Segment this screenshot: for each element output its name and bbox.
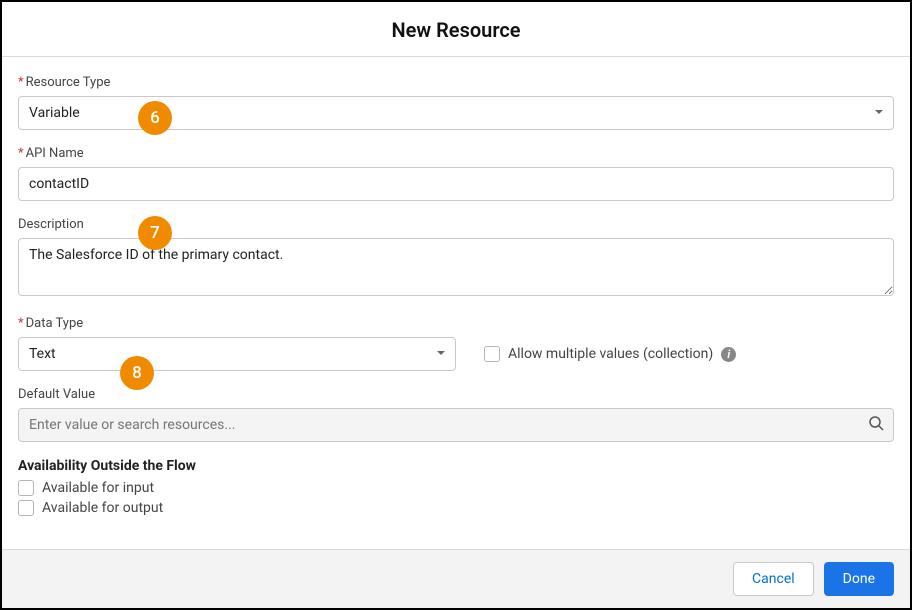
field-api-name: API Name (18, 146, 894, 201)
allow-multiple-row: Allow multiple values (collection) i (484, 346, 736, 362)
api-name-input[interactable] (18, 167, 894, 201)
available-for-input-label: Available for input (42, 480, 154, 496)
allow-multiple-label: Allow multiple values (collection) (508, 346, 713, 362)
allow-multiple-checkbox[interactable] (484, 346, 500, 362)
data-type-select[interactable]: Text (18, 337, 456, 371)
available-for-input-row: Available for input (18, 480, 894, 496)
modal-title: New Resource (2, 18, 910, 42)
available-for-output-label: Available for output (42, 500, 163, 516)
callout-7: 7 (138, 216, 172, 250)
availability-title: Availability Outside the Flow (18, 458, 894, 474)
api-name-label: API Name (18, 146, 894, 161)
modal-body: Resource Type Variable API Name Descript… (2, 57, 910, 532)
data-type-value: Text (18, 337, 456, 371)
callout-8: 8 (120, 356, 154, 390)
search-icon (868, 415, 884, 435)
available-for-output-checkbox[interactable] (18, 500, 34, 516)
resource-type-label: Resource Type (18, 75, 894, 90)
availability-list: Available for input Available for output (18, 480, 894, 516)
callout-6: 6 (138, 101, 172, 135)
available-for-input-checkbox[interactable] (18, 480, 34, 496)
done-button[interactable]: Done (824, 562, 894, 596)
modal-footer: Cancel Done (2, 549, 910, 608)
cancel-button[interactable]: Cancel (733, 562, 814, 596)
available-for-output-row: Available for output (18, 500, 894, 516)
default-value-label: Default Value (18, 387, 894, 402)
modal-header: New Resource (2, 2, 910, 57)
field-default-value: Default Value (18, 387, 894, 442)
default-value-input[interactable] (18, 408, 894, 442)
data-type-label: Data Type (18, 316, 894, 331)
info-icon[interactable]: i (721, 347, 736, 362)
